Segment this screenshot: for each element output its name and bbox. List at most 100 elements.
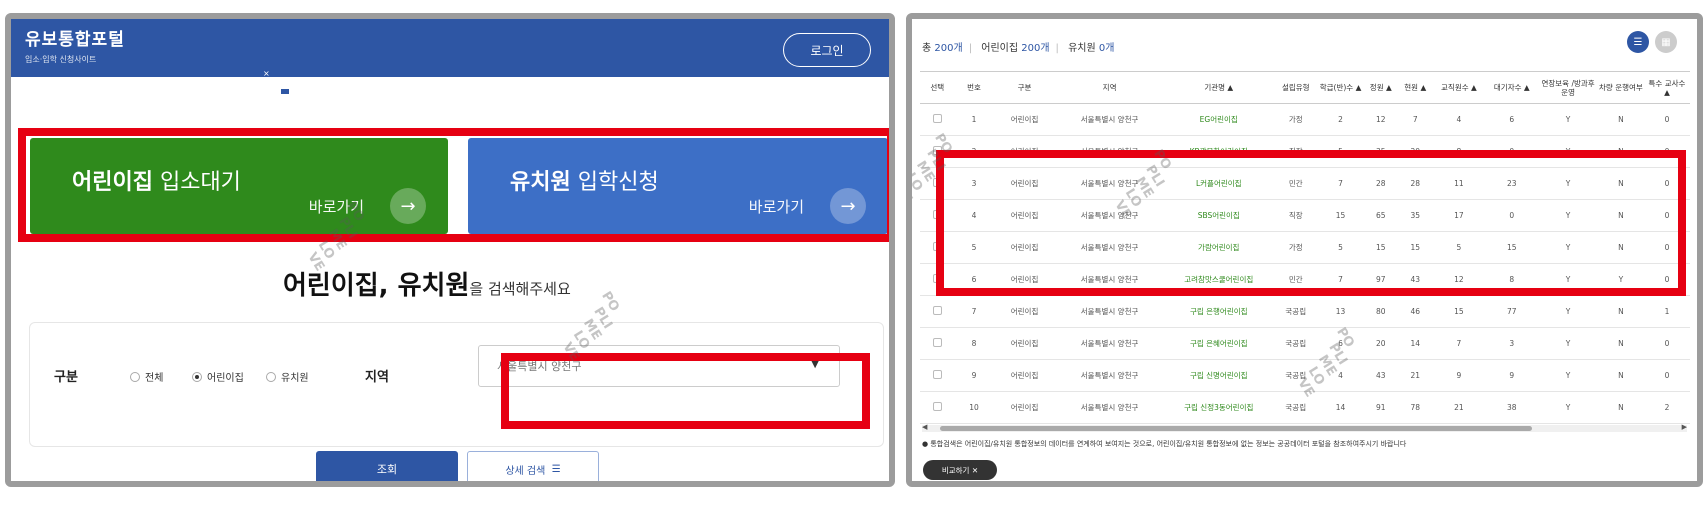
row-checkbox[interactable] — [920, 263, 955, 296]
facility-name-link[interactable]: SBS어린이집 — [1163, 199, 1274, 232]
table-cell: Y — [1597, 263, 1644, 296]
portal-title[interactable]: 유보통합포털 — [25, 25, 125, 50]
arrow-right-icon[interactable]: → — [390, 188, 426, 224]
close-icon[interactable]: × — [263, 69, 270, 78]
column-header[interactable]: 정원 ▲ — [1363, 71, 1399, 104]
daycare-waitlist-card[interactable]: 어린이집 입소대기 바로가기 → — [30, 138, 448, 234]
table-cell: 어린이집 — [993, 391, 1056, 424]
search-filter-card: 구분 전체 어린이집 유치원 지역 서울특별시 양천구 ▼ — [29, 322, 884, 447]
checkbox[interactable] — [932, 210, 942, 219]
column-header[interactable]: 기관명 ▲ — [1163, 71, 1274, 104]
category-label: 구분 — [54, 370, 78, 385]
table-cell: 국공립 — [1273, 359, 1318, 392]
table-cell: 7 — [1317, 167, 1364, 200]
column-header[interactable]: 대기자수 ▲ — [1485, 71, 1539, 104]
kindergarten-apply-card[interactable]: 유치원 입학신청 바로가기 → — [468, 138, 888, 234]
table-cell: 가정 — [1273, 103, 1318, 136]
radio-circle-selected[interactable] — [192, 371, 202, 382]
checkbox[interactable] — [932, 370, 942, 379]
table-row[interactable]: 1 어린이집 서울특별시 양천구 EG어린이집 가정 2 12 7 4 6 Y N 0 — [920, 103, 1690, 136]
row-checkbox[interactable] — [920, 359, 955, 392]
row-checkbox[interactable] — [920, 327, 955, 360]
table-row[interactable]: 2 어린이집 서울특별시 양천구 KB광목한어린이집 직장 5 35 20 8 0 Y N 0 — [920, 135, 1690, 168]
facility-name-link[interactable]: 가람어린이집 — [1163, 231, 1274, 264]
row-checkbox[interactable] — [920, 295, 955, 328]
table-row[interactable]: 9 어린이집 서울특별시 양천구 구립 신명어린이집 국공립 4 43 21 9 9 Y N 0 — [920, 359, 1690, 392]
checkbox[interactable] — [932, 146, 942, 155]
table-row[interactable]: 6 어린이집 서울특별시 양천구 고려참맛스쿨어린이집 민간 7 97 43 12 8 Y Y 0 — [920, 263, 1690, 296]
facility-name-link[interactable]: 구립 은행어린이집 — [1163, 295, 1274, 328]
row-checkbox[interactable] — [920, 199, 955, 232]
table-cell: 어린이집 — [993, 231, 1056, 264]
table-cell: 어린이집 — [993, 295, 1056, 328]
radio-all[interactable]: 전체 — [130, 369, 163, 384]
table-cell: 20 — [1363, 327, 1399, 360]
arrow-right-icon[interactable]: → — [830, 188, 866, 224]
table-cell: 91 — [1363, 391, 1399, 424]
dropdown-arrow-icon[interactable]: ▼ — [811, 359, 819, 370]
row-checkbox[interactable] — [920, 231, 955, 264]
portal-main-panel: 유보통합포털 입소·입학 신청사이트 로그인 × 어린이집 입소대기 바로가기 … — [5, 13, 895, 487]
row-checkbox[interactable] — [920, 391, 955, 424]
checkbox[interactable] — [932, 114, 942, 123]
row-checkbox[interactable] — [920, 135, 955, 168]
row-checkbox[interactable] — [920, 103, 955, 136]
table-row[interactable]: 7 어린이집 서울특별시 양천구 구립 은행어린이집 국공립 13 80 46 15 77 Y N 1 — [920, 295, 1690, 328]
detail-search-button[interactable]: 상세 검색 ☰ — [467, 451, 599, 481]
column-header[interactable]: 특수 교사수 ▲ — [1643, 71, 1690, 104]
facility-name-link[interactable]: KB광목한어린이집 — [1163, 135, 1274, 168]
checkbox[interactable] — [932, 274, 942, 283]
checkbox[interactable] — [932, 242, 942, 251]
facility-name-link[interactable]: 고려참맛스쿨어린이집 — [1163, 263, 1274, 296]
radio-circle[interactable] — [266, 371, 276, 382]
column-header[interactable]: 학급(반)수 ▲ — [1317, 71, 1364, 104]
column-header: 설립유형 — [1273, 71, 1318, 104]
table-cell: N — [1597, 103, 1644, 136]
facility-name-link[interactable]: 구립 은혜어린이집 — [1163, 327, 1274, 360]
table-cell: Y — [1538, 167, 1598, 200]
table-cell: 20 — [1398, 135, 1433, 168]
facility-name-link[interactable]: 구립 신정3동어린이집 — [1163, 391, 1274, 424]
checkbox[interactable] — [932, 338, 942, 347]
search-heading: 어린이집, 유치원을 검색해주세요 — [283, 271, 571, 301]
radio-circle[interactable] — [130, 371, 140, 382]
table-row[interactable]: 4 어린이집 서울특별시 양천구 SBS어린이집 직장 15 65 35 17 0 Y N 0 — [920, 199, 1690, 232]
portal-subtitle: 입소·입학 신청사이트 — [25, 55, 97, 64]
column-header[interactable]: 교직원수 ▲ — [1432, 71, 1486, 104]
login-button[interactable]: 로그인 — [783, 33, 871, 67]
checkbox[interactable] — [932, 178, 942, 187]
scroll-left-icon[interactable]: ◀ — [922, 423, 927, 431]
compare-button[interactable]: 비교하기 ✕ — [923, 460, 997, 480]
table-cell: 서울특별시 양천구 — [1055, 103, 1164, 136]
table-cell: 5 — [954, 231, 994, 264]
region-select[interactable]: 서울특별시 양천구 ▼ — [478, 345, 840, 387]
slide-indicator[interactable] — [281, 89, 289, 94]
table-cell: 12 — [1363, 103, 1399, 136]
table-cell: 서울특별시 양천구 — [1055, 167, 1164, 200]
facility-name-link[interactable]: L커플어린이집 — [1163, 167, 1274, 200]
region-label: 지역 — [365, 370, 389, 385]
table-cell: 9 — [1485, 359, 1539, 392]
table-row[interactable]: 5 어린이집 서울특별시 양천구 가람어린이집 가정 5 15 15 5 15 Y N 0 — [920, 231, 1690, 264]
row-checkbox[interactable] — [920, 167, 955, 200]
table-row[interactable]: 3 어린이집 서울특별시 양천구 L커플어린이집 민간 7 28 28 11 23 Y N 0 — [920, 167, 1690, 200]
column-header: 선택 — [920, 71, 955, 104]
table-cell: 2 — [1643, 391, 1690, 424]
table-cell: 7 — [1317, 263, 1364, 296]
list-view-icon[interactable]: ☰ — [1627, 31, 1649, 53]
grid-view-icon[interactable]: ▦ — [1655, 31, 1677, 53]
column-header[interactable]: 현원 ▲ — [1398, 71, 1433, 104]
radio-kindergarten[interactable]: 유치원 — [266, 369, 309, 384]
facility-name-link[interactable]: EG어린이집 — [1163, 103, 1274, 136]
facility-name-link[interactable]: 구립 신명어린이집 — [1163, 359, 1274, 392]
radio-daycare[interactable]: 어린이집 — [192, 369, 244, 384]
checkbox[interactable] — [932, 402, 942, 411]
scroll-right-icon[interactable]: ▶ — [1682, 423, 1687, 431]
table-row[interactable]: 10 어린이집 서울특별시 양천구 구립 신정3동어린이집 국공립 14 91 78 21 38 Y… — [920, 391, 1690, 424]
horizontal-scrollbar[interactable]: ◀ ▶ — [922, 423, 1687, 432]
search-button[interactable]: 조회 — [316, 451, 458, 481]
checkbox[interactable] — [932, 306, 942, 315]
table-row[interactable]: 8 어린이집 서울특별시 양천구 구립 은혜어린이집 국공립 6 20 14 7 3 Y N 0 — [920, 327, 1690, 360]
scroll-thumb[interactable] — [940, 426, 1532, 431]
table-cell: 4 — [1317, 359, 1364, 392]
